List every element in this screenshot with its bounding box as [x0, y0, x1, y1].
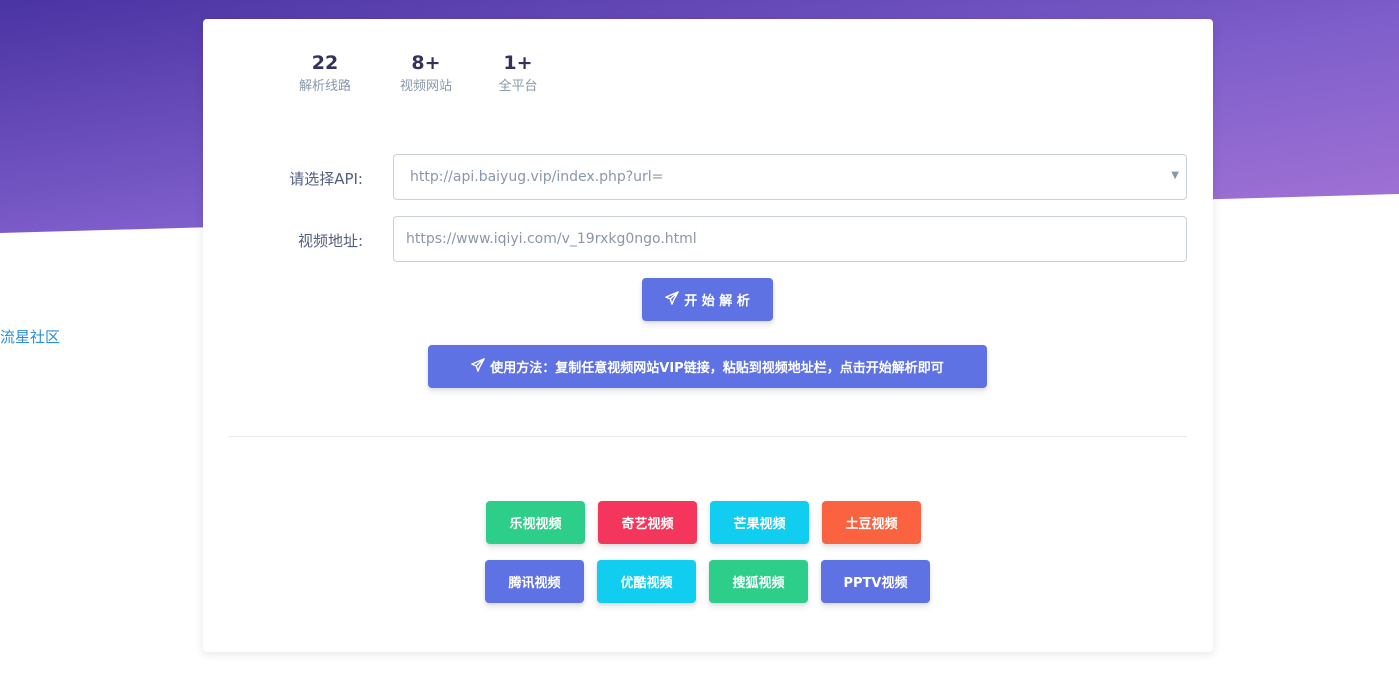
main-card: 22 解析线路 8+ 视频网站 1+ 全平台 请选择API: http://ap… — [203, 19, 1213, 652]
page: 流星社区 22 解析线路 8+ 视频网站 1+ 全平台 请选择API: http… — [0, 0, 1399, 673]
start-parse-button[interactable]: 开 始 解 析 — [642, 278, 773, 321]
stat-label: 全平台 — [498, 79, 538, 94]
site-label: PPTV视频 — [843, 576, 908, 591]
divider — [228, 436, 1187, 437]
site-button-tudou[interactable]: 土豆视频 — [822, 501, 921, 544]
site-label: 搜狐视频 — [732, 576, 785, 591]
site-label: 芒果视频 — [733, 517, 786, 532]
site-label: 奇艺视频 — [621, 517, 674, 532]
stat-value: 1+ — [503, 52, 533, 74]
side-community-link[interactable]: 流星社区 — [0, 326, 60, 347]
api-select[interactable]: http://api.baiyug.vip/index.php?url= ▼ — [393, 154, 1187, 200]
site-button-youku[interactable]: 优酷视频 — [597, 560, 696, 603]
site-label: 腾讯视频 — [508, 576, 561, 591]
start-parse-label: 开 始 解 析 — [684, 294, 750, 309]
stat-label: 视频网站 — [399, 79, 452, 94]
site-button-mango[interactable]: 芒果视频 — [710, 501, 809, 544]
site-button-tencent[interactable]: 腾讯视频 — [485, 560, 584, 603]
api-selected-value: http://api.baiyug.vip/index.php?url= — [410, 169, 664, 185]
paper-plane-icon — [665, 290, 680, 309]
stat-platforms: 1+ 全平台 — [473, 52, 563, 95]
site-button-sohu[interactable]: 搜狐视频 — [709, 560, 808, 603]
usage-label: 使用方法：复制任意视频网站VIP链接，粘贴到视频地址栏，点击开始解析即可 — [490, 361, 944, 376]
site-button-iqiyi[interactable]: 奇艺视频 — [598, 501, 697, 544]
stat-sites: 8+ 视频网站 — [381, 52, 471, 95]
site-label: 优酷视频 — [620, 576, 673, 591]
caret-down-icon: ▼ — [1171, 170, 1179, 181]
site-button-pptv[interactable]: PPTV视频 — [821, 560, 930, 603]
stat-value: 8+ — [411, 52, 441, 74]
stat-routes: 22 解析线路 — [280, 52, 370, 95]
api-label: 请选择API: — [289, 170, 363, 188]
site-label: 土豆视频 — [845, 517, 898, 532]
url-label: 视频地址: — [297, 232, 363, 250]
stat-label: 解析线路 — [298, 79, 351, 94]
site-label: 乐视视频 — [509, 517, 562, 532]
site-button-letv[interactable]: 乐视视频 — [486, 501, 585, 544]
video-url-input[interactable] — [393, 216, 1187, 262]
usage-button[interactable]: 使用方法：复制任意视频网站VIP链接，粘贴到视频地址栏，点击开始解析即可 — [428, 345, 987, 388]
paper-plane-icon — [471, 357, 486, 376]
stat-value: 22 — [311, 52, 339, 74]
